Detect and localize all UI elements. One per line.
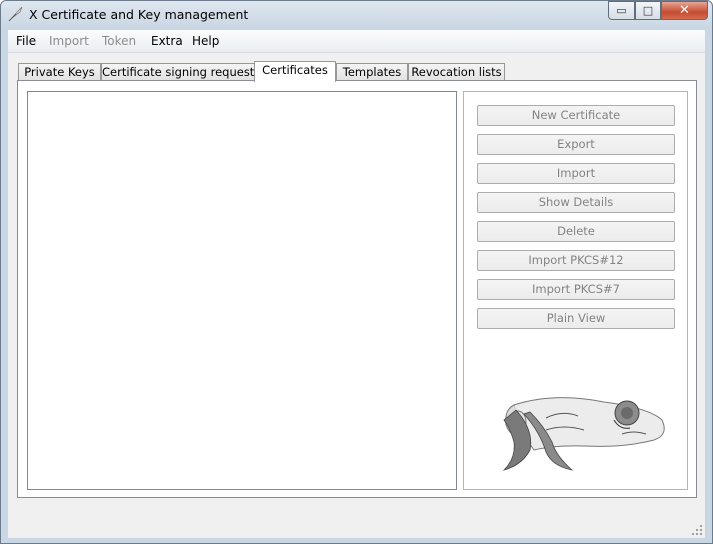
window-title: X Certificate and Key management [29,7,249,22]
export-button[interactable]: Export [477,134,675,155]
menu-help[interactable]: Help [192,34,219,48]
import-pkcs12-button[interactable]: Import PKCS#12 [477,250,675,271]
show-details-button[interactable]: Show Details [477,192,675,213]
maximize-button[interactable]: □ [635,1,661,20]
new-certificate-button[interactable]: New Certificate [477,105,675,126]
certificate-actions-panel: New Certificate Export Import Show Detai… [463,91,688,490]
tab-templates[interactable]: Templates [336,63,408,81]
minimize-icon: ▭ [616,4,627,17]
tab-private-keys[interactable]: Private Keys [18,63,101,81]
menu-token[interactable]: Token [102,34,136,48]
tab-certificate-signing-requests[interactable]: Certificate signing requests [101,63,260,81]
client-area: File Import Token Extra Help Private Key… [8,30,705,538]
tab-revocation-lists[interactable]: Revocation lists [408,63,505,81]
import-button[interactable]: Import [477,163,675,184]
menu-bar: File Import Token Extra Help [8,30,705,53]
resize-grip-icon[interactable] [691,524,703,536]
menu-file[interactable]: File [16,34,36,48]
status-bar [8,505,705,538]
delete-button[interactable]: Delete [477,221,675,242]
menu-extra[interactable]: Extra [151,34,183,48]
menu-import[interactable]: Import [49,34,89,48]
certificates-tab-panel: New Certificate Export Import Show Detai… [17,80,697,498]
main-window: X Certificate and Key management ▭ □ ✕ F… [0,0,713,544]
maximize-icon: □ [642,4,654,17]
import-pkcs7-button[interactable]: Import PKCS#7 [477,279,675,300]
tab-certificates[interactable]: Certificates [254,61,336,82]
title-bar[interactable]: X Certificate and Key management ▭ □ ✕ [1,1,712,29]
minimize-button[interactable]: ▭ [608,1,635,20]
close-icon: ✕ [679,3,690,18]
plain-view-button[interactable]: Plain View [477,308,675,329]
scroll-seal-icon [502,397,665,471]
close-button[interactable]: ✕ [661,1,708,20]
certificate-list-view[interactable] [27,91,457,490]
quill-app-icon [8,6,23,22]
